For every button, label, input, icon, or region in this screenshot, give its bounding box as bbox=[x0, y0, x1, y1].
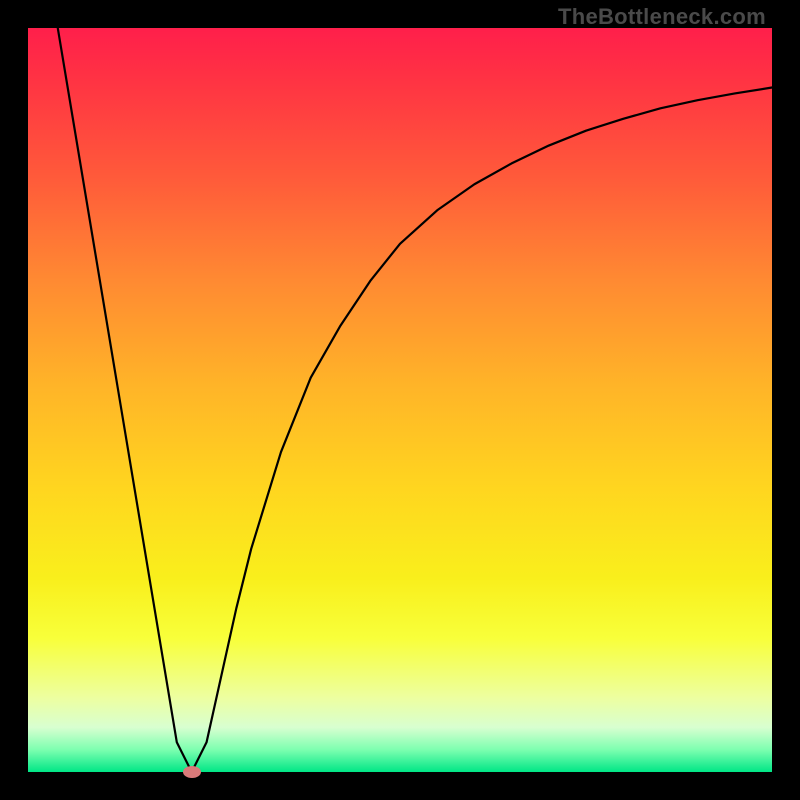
bottleneck-curve-path bbox=[58, 28, 772, 772]
optimum-marker bbox=[183, 766, 201, 778]
curve-svg bbox=[28, 28, 772, 772]
chart-container: TheBottleneck.com bbox=[0, 0, 800, 800]
watermark-text: TheBottleneck.com bbox=[558, 4, 766, 30]
plot-area bbox=[28, 28, 772, 772]
